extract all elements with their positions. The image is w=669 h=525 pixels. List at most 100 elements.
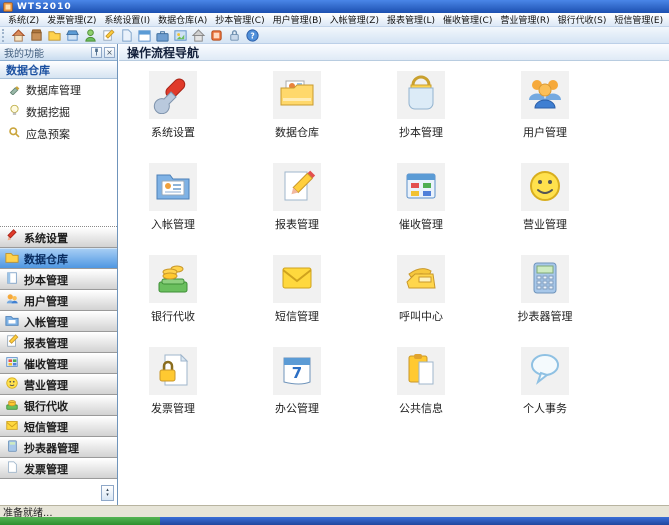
tile-data-warehouse[interactable]: 数据仓库 bbox=[251, 71, 343, 163]
tile-meter-book[interactable]: 抄本管理 bbox=[375, 71, 467, 163]
tile-personal-affairs[interactable]: 个人事务 bbox=[499, 347, 591, 439]
home-gray-icon[interactable] bbox=[189, 27, 207, 43]
calendar-icon[interactable] bbox=[135, 27, 153, 43]
menu-item-business[interactable]: 营业管理(R) bbox=[496, 13, 553, 26]
sidebar-item-business-management[interactable]: 营业管理 bbox=[0, 374, 117, 395]
sidebar-item-account-entry[interactable]: 入帐管理 bbox=[0, 311, 117, 332]
menu-item-bank-collect[interactable]: 银行代收(S) bbox=[554, 13, 611, 26]
tile-meter-reader-management[interactable]: 抄表器管理 bbox=[499, 255, 591, 347]
package-icon[interactable] bbox=[27, 27, 45, 43]
quick-item-emergency-plan[interactable]: 应急预案 bbox=[0, 123, 117, 145]
menu-item-data-warehouse[interactable]: 数据仓库(A) bbox=[154, 13, 211, 26]
help-icon[interactable]: ? bbox=[243, 27, 261, 43]
folder-image-icon bbox=[277, 74, 317, 117]
tile-bank-collection[interactable]: 银行代收 bbox=[127, 255, 219, 347]
magnifier-icon bbox=[8, 126, 21, 142]
nav-label: 催收管理 bbox=[24, 357, 68, 371]
menu-item-report[interactable]: 报表管理(L) bbox=[383, 13, 439, 26]
lock-icon[interactable] bbox=[225, 27, 243, 43]
tile-label: 短信管理 bbox=[275, 310, 319, 323]
pin-button[interactable] bbox=[91, 46, 102, 58]
menu-item-invoice[interactable]: 发票管理(Z) bbox=[43, 13, 100, 26]
menu-item-system[interactable]: 系统(Z) bbox=[4, 13, 43, 26]
sidebar-item-meter-book[interactable]: 抄本管理 bbox=[0, 269, 117, 290]
quick-item-data-mining[interactable]: 数据挖掘 bbox=[0, 101, 117, 123]
tile-label: 抄本管理 bbox=[399, 126, 443, 139]
briefcase-icon[interactable] bbox=[153, 27, 171, 43]
tile-label: 数据仓库 bbox=[275, 126, 319, 139]
sidebar-item-collection-management[interactable]: 催收管理 bbox=[0, 353, 117, 374]
menu-item-system-settings[interactable]: 系统设置(I) bbox=[100, 13, 154, 26]
menu-item-meter-book[interactable]: 抄本管理(C) bbox=[211, 13, 268, 26]
folder-card-icon bbox=[153, 166, 193, 209]
smiley-face-icon bbox=[525, 166, 565, 209]
quick-item-label: 数据挖掘 bbox=[26, 106, 70, 119]
tile-report-management[interactable]: 报表管理 bbox=[251, 163, 343, 255]
coins-icon bbox=[5, 397, 19, 414]
windows-taskbar bbox=[0, 517, 669, 525]
window-squares-icon bbox=[401, 166, 441, 209]
menu-item-sms[interactable]: 短信管理(E) bbox=[610, 13, 667, 26]
menu-item-collection[interactable]: 催收管理(C) bbox=[439, 13, 496, 26]
tile-label: 抄表器管理 bbox=[517, 310, 573, 323]
coins-money-icon bbox=[153, 258, 193, 301]
quick-item-label: 数据库管理 bbox=[26, 84, 81, 97]
tile-sms-management[interactable]: 短信管理 bbox=[251, 255, 343, 347]
sidebar-item-system-settings[interactable]: 系统设置 bbox=[0, 227, 117, 248]
menu-item-user[interactable]: 用户管理(B) bbox=[269, 13, 326, 26]
pencil-page-icon bbox=[277, 166, 317, 209]
home-icon[interactable] bbox=[9, 27, 27, 43]
tile-label: 催收管理 bbox=[399, 218, 443, 231]
users-icon bbox=[5, 292, 19, 309]
overflow-chevrons-button[interactable]: ▴ ▾ bbox=[101, 485, 114, 501]
tile-label: 系统设置 bbox=[151, 126, 195, 139]
tile-public-info[interactable]: 公共信息 bbox=[375, 347, 467, 439]
picture-icon[interactable] bbox=[171, 27, 189, 43]
telephone-icon bbox=[401, 258, 441, 301]
start-button-edge[interactable] bbox=[0, 517, 160, 525]
speech-bubble-icon bbox=[525, 350, 565, 393]
tile-office-management[interactable]: 7 办公管理 bbox=[251, 347, 343, 439]
sidebar-item-bank-collection[interactable]: 银行代收 bbox=[0, 395, 117, 416]
tile-business-management[interactable]: 营业管理 bbox=[499, 163, 591, 255]
page-icon bbox=[5, 460, 19, 477]
menu-item-account-entry[interactable]: 入帐管理(Z) bbox=[326, 13, 383, 26]
tile-account-entry[interactable]: 入帐管理 bbox=[127, 163, 219, 255]
user-icon[interactable] bbox=[81, 27, 99, 43]
tile-call-center[interactable]: 呼叫中心 bbox=[375, 255, 467, 347]
sidebar-item-sms-management[interactable]: 短信管理 bbox=[0, 416, 117, 437]
app-tile-icon[interactable] bbox=[207, 27, 225, 43]
tile-label: 用户管理 bbox=[523, 126, 567, 139]
page-icon[interactable] bbox=[117, 27, 135, 43]
sidebar-quick-panel: 数据仓库 数据库管理 数据挖掘 应急预案 bbox=[0, 61, 117, 227]
toolbar-drag-handle[interactable] bbox=[2, 28, 6, 42]
nav-label: 数据仓库 bbox=[24, 252, 68, 266]
tile-invoice-management[interactable]: 发票管理 bbox=[127, 347, 219, 439]
tile-collection-management[interactable]: 催收管理 bbox=[375, 163, 467, 255]
users-group-icon bbox=[525, 74, 565, 117]
menu-bar: 系统(Z) 发票管理(Z) 系统设置(I) 数据仓库(A) 抄本管理(C) 用户… bbox=[0, 13, 669, 27]
window-title: WTS2010 bbox=[17, 1, 72, 12]
sidebar-item-data-warehouse[interactable]: 数据仓库 bbox=[0, 248, 117, 269]
close-icon[interactable]: × bbox=[104, 46, 115, 58]
sidebar-item-meter-reader-management[interactable]: 抄表器管理 bbox=[0, 437, 117, 458]
sidebar-panel-header: 我的功能 × bbox=[0, 44, 117, 61]
quick-item-label: 应急预案 bbox=[26, 128, 70, 141]
sidebar-nav-list: 系统设置 数据仓库 抄本管理 用户管理 入帐管理 报表管理 催收管理 营业管理 … bbox=[0, 227, 117, 479]
tile-system-settings[interactable]: 系统设置 bbox=[127, 71, 219, 163]
quick-item-database-management[interactable]: 数据库管理 bbox=[0, 79, 117, 101]
tile-user-management[interactable]: 用户管理 bbox=[499, 71, 591, 163]
sidebar-item-report-management[interactable]: 报表管理 bbox=[0, 332, 117, 353]
sidebar-item-user-management[interactable]: 用户管理 bbox=[0, 290, 117, 311]
sidebar-item-invoice-management[interactable]: 发票管理 bbox=[0, 458, 117, 479]
tile-label: 发票管理 bbox=[151, 402, 195, 415]
nav-label: 报表管理 bbox=[24, 336, 68, 350]
edit-document-icon[interactable] bbox=[99, 27, 117, 43]
folder-icon[interactable] bbox=[45, 27, 63, 43]
squares-icon bbox=[5, 355, 19, 372]
svg-text:7: 7 bbox=[292, 364, 302, 382]
store-icon[interactable] bbox=[63, 27, 81, 43]
svg-text:?: ? bbox=[250, 31, 254, 40]
pencil-icon bbox=[5, 334, 19, 351]
envelope-icon bbox=[5, 418, 19, 435]
